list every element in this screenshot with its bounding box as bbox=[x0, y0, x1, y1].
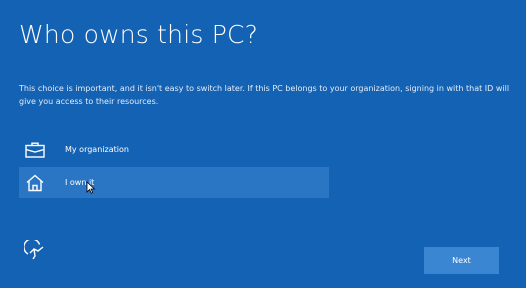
description-text: This choice is important, and it isn't e… bbox=[19, 84, 510, 106]
option-label: My organization bbox=[65, 145, 129, 154]
briefcase-icon bbox=[23, 139, 47, 161]
mouse-cursor-icon bbox=[86, 181, 96, 194]
option-my-organization[interactable]: My organization bbox=[19, 134, 329, 165]
page-title: Who owns this PC? bbox=[19, 20, 259, 49]
home-icon bbox=[23, 172, 47, 194]
oobe-screen: Who owns this PC? This choice is importa… bbox=[0, 0, 526, 288]
accessibility-icon[interactable] bbox=[23, 238, 46, 262]
next-button[interactable]: Next bbox=[424, 247, 499, 274]
option-i-own-it[interactable]: I own it bbox=[19, 167, 329, 198]
